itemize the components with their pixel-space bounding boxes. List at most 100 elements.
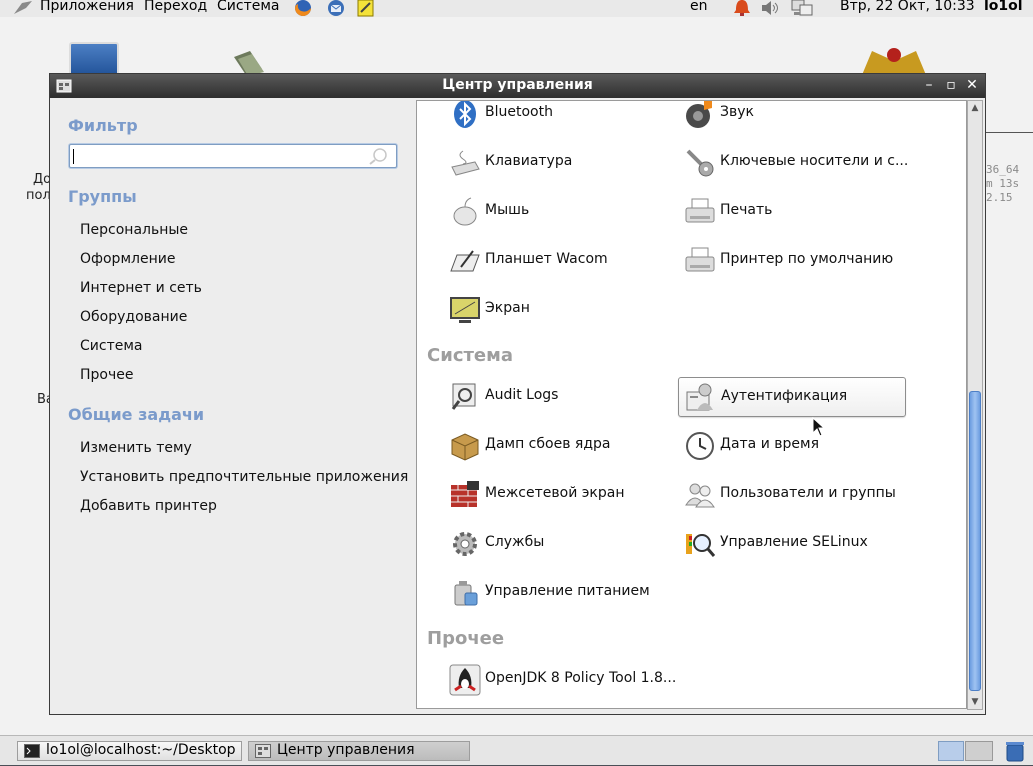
applet-services[interactable]: Службы [443,524,671,564]
applet-label: Мышь [485,202,530,218]
applet-authentication[interactable]: Аутентификация [678,377,906,417]
keyboard-layout-indicator[interactable]: en [690,0,708,15]
background-terminal [986,132,1033,133]
applet-label: Экран [485,300,530,316]
keyboard-icon [449,147,481,179]
menu-places[interactable]: Переход [144,0,207,15]
applet-keyboard[interactable]: Клавиатура [443,143,671,183]
group-personal[interactable]: Персональные [80,222,188,238]
group-appearance[interactable]: Оформление [80,251,175,267]
users-icon [684,479,716,511]
applet-label: Дамп сбоев ядра [485,436,611,452]
terminal-text: 36_64 m 13s 2.15 [986,163,1020,204]
scroll-up-arrow[interactable]: ▲ [968,101,982,115]
gear-icon [449,528,481,560]
mouse-cursor-icon [812,416,826,441]
trash-icon[interactable] [1004,740,1026,766]
applet-sound[interactable]: Звук [678,101,906,134]
group-heading-system: Система [427,345,513,366]
groups-heading: Группы [68,187,137,206]
workspace-2[interactable] [965,741,993,761]
search-icon[interactable] [368,147,390,169]
top-panel: Приложения Переход Система en Втр, 22 Ок… [0,0,1033,18]
bottom-panel: lo1ol@localhost:~/Desktop Центр управлен… [0,735,1033,765]
display-icon [449,294,481,326]
applet-label: Ключевые носители и с... [720,153,909,169]
filter-input[interactable] [69,144,397,168]
group-internet[interactable]: Интернет и сеть [80,280,202,296]
applet-label: OpenJDK 8 Policy Tool 1.8... [485,670,677,686]
applet-audit-logs[interactable]: Audit Logs [443,377,671,417]
key-icon [684,147,716,179]
audit-icon [449,381,481,413]
auth-icon [685,382,717,414]
applets-panel: Bluetooth Звук Клавиатура Ключевые носит… [416,100,967,709]
task-add-printer[interactable]: Добавить принтер [80,498,217,514]
applet-firewall[interactable]: Межсетевой экран [443,475,671,515]
workspace-1[interactable] [938,741,964,761]
maximize-button[interactable]: ▫ [942,76,960,94]
scroll-down-arrow[interactable]: ▼ [968,695,982,709]
group-hardware[interactable]: Оборудование [80,309,187,325]
taskbar-control-center[interactable]: Центр управления [248,741,470,761]
taskbar-label: lo1ol@localhost:~/Desktop [46,742,236,758]
desktop-label: пол [26,188,51,203]
printer-icon [684,245,716,277]
applet-label: Bluetooth [485,104,553,120]
clock[interactable]: Втр, 22 Окт, 10:33 [840,0,975,15]
applet-display[interactable]: Экран [443,290,671,330]
titlebar[interactable]: Центр управления – ▫ ✕ [50,74,985,98]
applet-label: Клавиатура [485,153,573,169]
applet-label: Звук [720,104,754,120]
applet-label: Управление питанием [485,583,650,599]
menu-applications[interactable]: Приложения [40,0,134,15]
applet-kdump[interactable]: Дамп сбоев ядра [443,426,671,466]
firewall-icon [449,479,481,511]
taskbar-label: Центр управления [277,742,415,758]
applet-default-printer[interactable]: Принтер по умолчанию [678,241,906,281]
close-button[interactable]: ✕ [963,76,981,94]
applet-wacom[interactable]: Планшет Wacom [443,241,671,281]
group-heading-other: Прочее [427,628,505,649]
applet-date-time[interactable]: Дата и время [678,426,906,466]
tablet-icon [449,245,481,277]
applet-label: Пользователи и группы [720,485,896,501]
applet-bluetooth[interactable]: Bluetooth [443,101,671,134]
applet-label: Планшет Wacom [485,251,608,267]
applet-label: Межсетевой экран [485,485,625,501]
applet-mouse[interactable]: Мышь [443,192,671,232]
selinux-icon [684,528,716,560]
text-caret [73,149,74,164]
applet-power[interactable]: Управление питанием [443,573,671,613]
java-icon [449,664,481,696]
power-icon [449,577,481,609]
applet-label: Дата и время [720,436,819,452]
task-preferred-apps[interactable]: Установить предпочтительные приложения [80,469,408,485]
user-name[interactable]: lo1ol [984,0,1023,15]
minimize-button[interactable]: – [920,76,938,94]
filter-heading: Фильтр [68,116,138,135]
applet-label: Audit Logs [485,387,559,403]
vertical-scrollbar[interactable]: ▲ ▼ [967,100,983,710]
control-center-icon [255,744,271,762]
clock-icon [684,430,716,462]
applet-label: Управление SELinux [720,534,868,550]
group-system[interactable]: Система [80,338,142,354]
mouse-icon [449,196,481,228]
sound-icon [684,101,716,130]
menu-system[interactable]: Система [217,0,279,15]
taskbar-terminal[interactable]: lo1ol@localhost:~/Desktop [17,741,242,761]
task-change-theme[interactable]: Изменить тему [80,440,192,456]
bluetooth-icon [449,101,481,130]
tasks-heading: Общие задачи [68,405,205,424]
applet-openjdk-policy[interactable]: OpenJDK 8 Policy Tool 1.8... [443,660,676,700]
group-other[interactable]: Прочее [80,367,133,383]
applet-selinux[interactable]: Управление SELinux [678,524,906,564]
applet-label: Принтер по умолчанию [720,251,894,267]
applet-printing[interactable]: Печать [678,192,906,232]
package-icon [449,430,481,462]
applet-users-groups[interactable]: Пользователи и группы [678,475,906,515]
scrollbar-thumb[interactable] [969,391,981,691]
sidebar: Фильтр Группы Персональные Оформление Ин… [50,98,416,714]
applet-key-tokens[interactable]: Ключевые носители и с... [678,143,909,183]
